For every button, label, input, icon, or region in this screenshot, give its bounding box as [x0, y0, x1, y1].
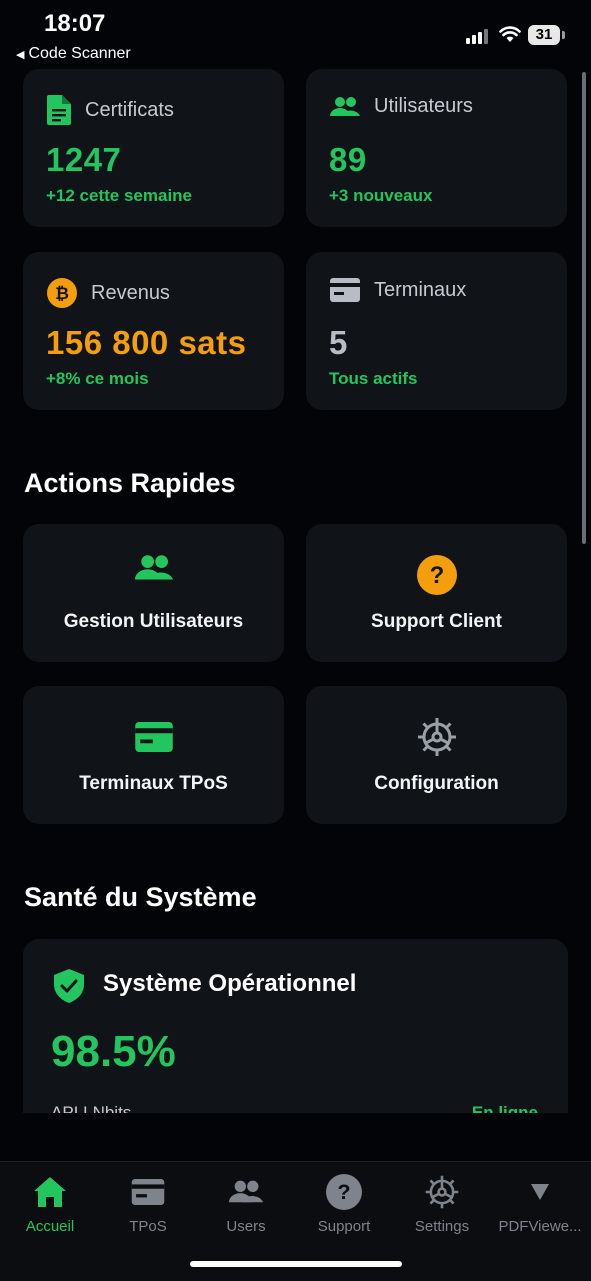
- section-title-health: Santé du Système: [24, 882, 257, 912]
- action-configuration[interactable]: Configuration: [306, 686, 567, 824]
- action-label: Configuration: [374, 773, 499, 794]
- caret-down-icon: [531, 1184, 549, 1200]
- tab-settings[interactable]: Settings: [392, 1172, 492, 1235]
- stat-value: 5: [329, 324, 348, 361]
- users-icon: [330, 96, 360, 116]
- svg-text:₿: ₿: [55, 284, 69, 304]
- cellular-signal-icon: [466, 29, 488, 44]
- home-indicator[interactable]: [190, 1261, 402, 1267]
- system-uptime-percent: 98.5%: [51, 1027, 176, 1076]
- stat-card-revenus[interactable]: ₿ Revenus 156 800 sats +8% ce mois: [23, 252, 284, 410]
- card-icon: [330, 278, 360, 302]
- action-support-client[interactable]: ? Support Client: [306, 524, 567, 662]
- gear-icon: [425, 1175, 459, 1209]
- section-title-actions: Actions Rapides: [24, 468, 236, 498]
- users-icon: [134, 555, 173, 580]
- tab-label: Users: [226, 1218, 266, 1235]
- home-icon: [34, 1177, 66, 1207]
- service-name: API LNbits: [51, 1103, 132, 1113]
- gear-icon: [417, 718, 456, 756]
- back-to-app-link[interactable]: ◀ Code Scanner: [16, 45, 131, 63]
- service-status: En ligne: [471, 1103, 538, 1113]
- wifi-icon: [499, 26, 521, 42]
- svg-text:?: ?: [429, 562, 444, 589]
- tab-label: TPoS: [129, 1218, 167, 1235]
- stat-value: 89: [329, 141, 367, 178]
- action-gestion-utilisateurs[interactable]: Gestion Utilisateurs: [23, 524, 284, 662]
- dashboard-scroll-area[interactable]: Certificats 1247 +12 cette semaine Utili…: [0, 64, 591, 1113]
- card-icon: [134, 722, 173, 752]
- back-arrow-icon: ◀: [16, 48, 25, 61]
- stat-label: Terminaux: [374, 278, 467, 301]
- back-link-label: Code Scanner: [28, 45, 131, 62]
- help-icon: ?: [416, 555, 457, 595]
- stat-subtext: +8% ce mois: [46, 369, 149, 388]
- stat-value: 1247: [46, 141, 122, 178]
- stat-label: Revenus: [91, 281, 170, 304]
- help-icon: ?: [326, 1174, 362, 1210]
- system-health-card: Système Opérationnel 98.5% API LNbits En…: [23, 939, 568, 1113]
- tab-users[interactable]: Users: [196, 1172, 296, 1235]
- tab-tpos[interactable]: TPoS: [98, 1172, 198, 1235]
- action-label: Gestion Utilisateurs: [63, 611, 244, 632]
- action-terminaux-tpos[interactable]: Terminaux TPoS: [23, 686, 284, 824]
- stat-subtext: +12 cette semaine: [46, 186, 193, 205]
- scrollbar[interactable]: [582, 72, 586, 544]
- card-icon: [131, 1179, 165, 1205]
- tab-label: Support: [317, 1218, 371, 1235]
- stat-card-certificats[interactable]: Certificats 1247 +12 cette semaine: [23, 69, 284, 227]
- stat-label: Utilisateurs: [374, 95, 473, 117]
- tab-support[interactable]: ? Support: [294, 1172, 394, 1235]
- battery-indicator: 31: [528, 25, 560, 45]
- action-label: Terminaux TPoS: [79, 773, 228, 794]
- tab-label: Accueil: [25, 1218, 75, 1235]
- stat-value: 156 800 sats: [46, 324, 247, 361]
- document-icon: [47, 95, 71, 125]
- status-time: 18:07: [44, 10, 106, 37]
- stat-card-terminaux[interactable]: Terminaux 5 Tous actifs: [306, 252, 567, 410]
- shield-check-icon: [54, 969, 84, 1003]
- users-icon: [229, 1180, 263, 1203]
- tab-accueil[interactable]: Accueil: [0, 1172, 100, 1235]
- stat-subtext: Tous actifs: [329, 369, 418, 388]
- bitcoin-icon: ₿: [47, 278, 77, 308]
- tab-label: PDFViewe...: [498, 1218, 582, 1235]
- battery-tip: [562, 31, 565, 39]
- tab-pdfviewer[interactable]: PDFViewe...: [490, 1172, 590, 1235]
- stat-card-utilisateurs[interactable]: Utilisateurs 89 +3 nouveaux: [306, 69, 567, 227]
- system-status-title: Système Opérationnel: [103, 970, 357, 997]
- stat-subtext: +3 nouveaux: [329, 186, 433, 205]
- stat-label: Certificats: [85, 98, 174, 121]
- tab-label: Settings: [414, 1218, 470, 1235]
- svg-text:?: ?: [337, 1179, 350, 1204]
- action-label: Support Client: [371, 611, 502, 632]
